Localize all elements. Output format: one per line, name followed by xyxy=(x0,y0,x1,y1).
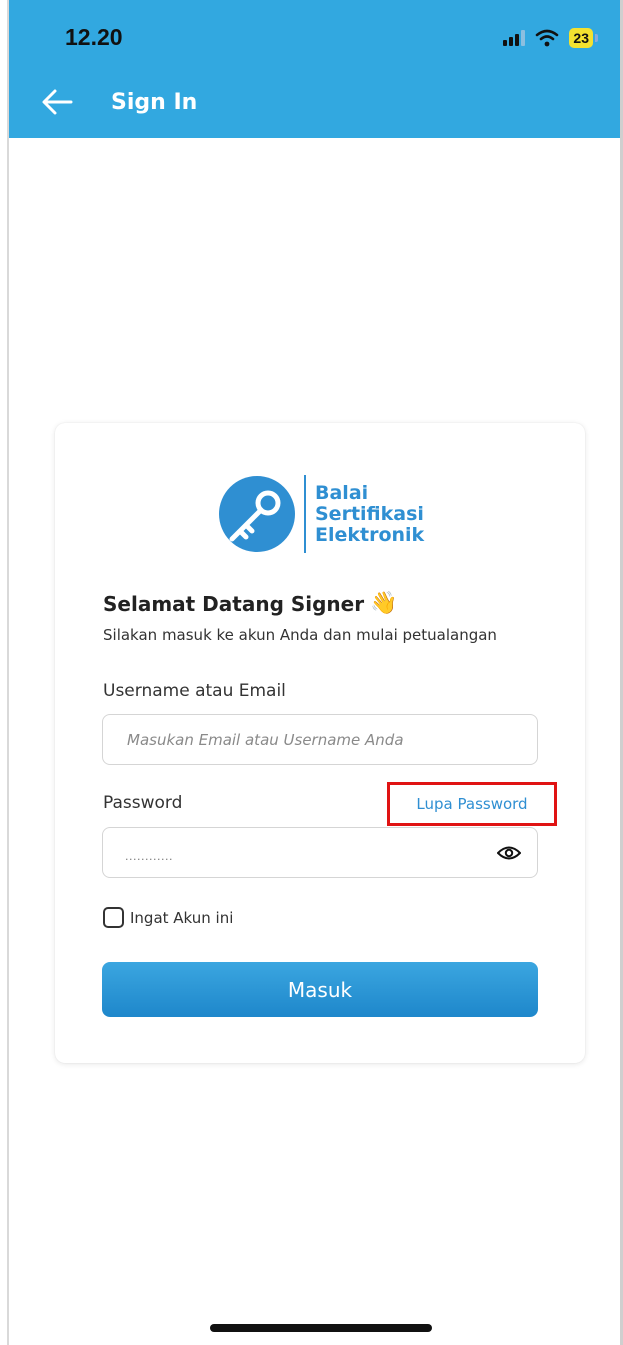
username-field-box xyxy=(102,714,538,765)
app-header: 12.20 23 Sign In xyxy=(9,0,620,138)
logo-line-3: Elektronik xyxy=(315,523,425,546)
eye-icon[interactable] xyxy=(497,843,521,863)
key-logo-icon xyxy=(219,476,295,552)
remember-label: Ingat Akun ini xyxy=(130,908,234,927)
bse-logo: Balai Sertifikasi Elektronik xyxy=(218,475,424,553)
forgot-password-link[interactable]: Lupa Password xyxy=(416,795,527,813)
waving-hand-icon: 👋 xyxy=(370,591,398,616)
battery-tip xyxy=(595,34,598,42)
wifi-icon xyxy=(536,29,559,47)
status-time: 12.20 xyxy=(65,24,123,50)
password-field[interactable]: ............ xyxy=(102,827,538,878)
welcome-title: Selamat Datang Signer xyxy=(103,591,365,616)
welcome-heading: Selamat Datang Signer 👋 xyxy=(103,591,398,616)
username-label: Username atau Email xyxy=(103,681,286,701)
logo-line-2: Sertifikasi xyxy=(315,502,424,525)
page-title: Sign In xyxy=(111,90,198,115)
remember-me[interactable]: Ingat Akun ini xyxy=(103,907,233,928)
password-label: Password xyxy=(103,793,183,813)
password-mask: ............ xyxy=(125,850,173,863)
logo-line-1: Balai xyxy=(315,481,369,504)
logo-text: Balai Sertifikasi Elektronik xyxy=(315,481,425,546)
battery-icon: 23 xyxy=(569,28,593,48)
welcome-subtitle: Silakan masuk ke akun Anda dan mulai pet… xyxy=(103,626,497,644)
login-card: Balai Sertifikasi Elektronik Selamat Dat… xyxy=(55,423,585,1063)
login-button[interactable]: Masuk xyxy=(102,962,538,1017)
left-frame xyxy=(0,0,9,1345)
back-arrow-icon[interactable] xyxy=(41,88,73,116)
remember-checkbox[interactable] xyxy=(103,907,124,928)
username-input[interactable] xyxy=(103,715,537,764)
status-icons: 23 xyxy=(503,28,598,48)
home-indicator xyxy=(210,1324,432,1332)
logo-divider xyxy=(304,475,306,553)
signal-icon xyxy=(503,30,526,46)
forgot-password-highlight: Lupa Password xyxy=(387,782,557,826)
